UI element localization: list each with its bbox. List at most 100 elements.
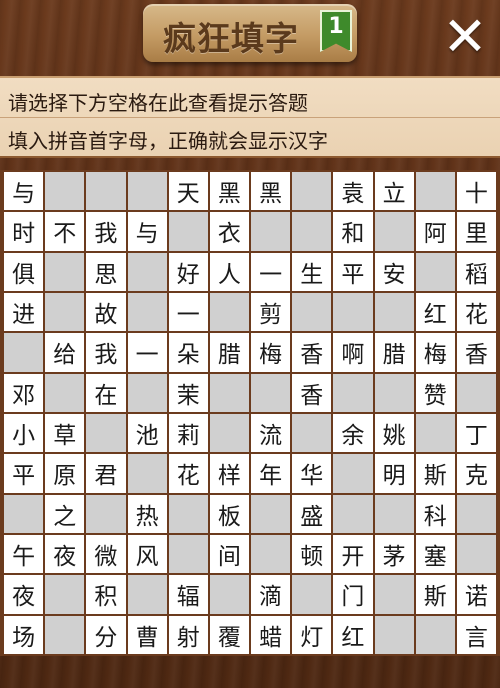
grid-cell[interactable]	[415, 252, 455, 291]
grid-cell[interactable]: 一	[168, 292, 208, 332]
grid-cell[interactable]: 热	[127, 494, 167, 533]
grid-cell[interactable]	[127, 454, 167, 493]
grid-cell[interactable]	[209, 373, 249, 412]
grid-cell[interactable]: 池	[127, 413, 167, 453]
grid-cell[interactable]	[251, 494, 291, 533]
grid-cell[interactable]: 赞	[415, 373, 455, 412]
grid-cell[interactable]: 红	[333, 615, 373, 654]
grid-cell[interactable]: 科	[415, 494, 455, 533]
grid-cell[interactable]	[4, 333, 44, 372]
close-button[interactable]: ✕	[440, 10, 490, 64]
grid-cell[interactable]: 立	[374, 172, 414, 211]
grid-cell[interactable]	[209, 413, 249, 453]
grid-cell[interactable]	[45, 292, 85, 332]
grid-cell[interactable]: 邓	[4, 373, 44, 412]
grid-cell[interactable]: 与	[127, 212, 167, 251]
grid-cell[interactable]	[127, 252, 167, 291]
grid-cell[interactable]: 平	[333, 252, 373, 291]
grid-cell[interactable]: 安	[374, 252, 414, 291]
grid-cell[interactable]: 生	[292, 252, 332, 291]
grid-cell[interactable]	[251, 534, 291, 574]
grid-cell[interactable]	[127, 373, 167, 412]
grid-cell[interactable]	[333, 292, 373, 332]
grid-cell[interactable]: 流	[251, 413, 291, 453]
grid-cell[interactable]: 袁	[333, 172, 373, 211]
grid-cell[interactable]	[127, 172, 167, 211]
grid-cell[interactable]: 香	[292, 373, 332, 412]
grid-cell[interactable]: 草	[45, 413, 85, 453]
grid-cell[interactable]: 余	[333, 413, 373, 453]
grid-cell[interactable]	[86, 494, 126, 533]
grid-cell[interactable]	[127, 575, 167, 614]
grid-cell[interactable]: 天	[168, 172, 208, 211]
grid-cell[interactable]: 和	[333, 212, 373, 251]
grid-cell[interactable]: 茅	[374, 534, 414, 574]
grid-cell[interactable]: 我	[86, 333, 126, 372]
grid-cell[interactable]	[292, 172, 332, 211]
grid-cell[interactable]: 腊	[374, 333, 414, 372]
grid-cell[interactable]: 积	[86, 575, 126, 614]
grid-cell[interactable]: 一	[127, 333, 167, 372]
grid-cell[interactable]: 灯	[292, 615, 332, 654]
grid-cell[interactable]	[292, 212, 332, 251]
grid-cell[interactable]: 风	[127, 534, 167, 574]
grid-cell[interactable]	[209, 292, 249, 332]
grid-cell[interactable]: 蜡	[251, 615, 291, 654]
grid-cell[interactable]: 衣	[209, 212, 249, 251]
grid-cell[interactable]: 覆	[209, 615, 249, 654]
grid-cell[interactable]: 夜	[4, 575, 44, 614]
grid-cell[interactable]: 红	[415, 292, 455, 332]
grid-cell[interactable]: 好	[168, 252, 208, 291]
grid-cell[interactable]: 姚	[374, 413, 414, 453]
grid-cell[interactable]: 梅	[251, 333, 291, 372]
grid-cell[interactable]: 顿	[292, 534, 332, 574]
grid-cell[interactable]: 朵	[168, 333, 208, 372]
grid-cell[interactable]: 之	[45, 494, 85, 533]
grid-cell[interactable]	[168, 212, 208, 251]
grid-cell[interactable]: 故	[86, 292, 126, 332]
grid-cell[interactable]	[415, 172, 455, 211]
grid-cell[interactable]	[456, 373, 496, 412]
grid-cell[interactable]: 小	[4, 413, 44, 453]
grid-cell[interactable]	[415, 615, 455, 654]
grid-cell[interactable]: 花	[456, 292, 496, 332]
grid-cell[interactable]	[45, 252, 85, 291]
grid-cell[interactable]	[374, 575, 414, 614]
grid-cell[interactable]: 时	[4, 212, 44, 251]
grid-cell[interactable]: 场	[4, 615, 44, 654]
grid-cell[interactable]: 阿	[415, 212, 455, 251]
grid-cell[interactable]: 华	[292, 454, 332, 493]
grid-cell[interactable]: 克	[456, 454, 496, 493]
grid-cell[interactable]: 开	[333, 534, 373, 574]
grid-cell[interactable]	[374, 373, 414, 412]
grid-cell[interactable]	[374, 615, 414, 654]
grid-cell[interactable]	[415, 413, 455, 453]
grid-cell[interactable]	[374, 292, 414, 332]
grid-cell[interactable]: 茉	[168, 373, 208, 412]
grid-cell[interactable]: 微	[86, 534, 126, 574]
grid-cell[interactable]: 香	[456, 333, 496, 372]
grid-cell[interactable]: 分	[86, 615, 126, 654]
grid-cell[interactable]: 言	[456, 615, 496, 654]
grid-cell[interactable]	[209, 575, 249, 614]
grid-cell[interactable]	[127, 292, 167, 332]
grid-cell[interactable]: 啊	[333, 333, 373, 372]
grid-cell[interactable]: 斯	[415, 454, 455, 493]
grid-cell[interactable]: 年	[251, 454, 291, 493]
grid-cell[interactable]: 进	[4, 292, 44, 332]
grid-cell[interactable]: 在	[86, 373, 126, 412]
grid-cell[interactable]: 间	[209, 534, 249, 574]
grid-cell[interactable]	[374, 494, 414, 533]
grid-cell[interactable]: 板	[209, 494, 249, 533]
grid-cell[interactable]: 梅	[415, 333, 455, 372]
grid-cell[interactable]: 滴	[251, 575, 291, 614]
grid-cell[interactable]: 花	[168, 454, 208, 493]
grid-cell[interactable]	[374, 212, 414, 251]
grid-cell[interactable]: 与	[4, 172, 44, 211]
grid-cell[interactable]: 一	[251, 252, 291, 291]
grid-cell[interactable]: 不	[45, 212, 85, 251]
grid-cell[interactable]	[251, 373, 291, 412]
grid-cell[interactable]: 里	[456, 212, 496, 251]
grid-cell[interactable]: 人	[209, 252, 249, 291]
grid-cell[interactable]	[45, 373, 85, 412]
